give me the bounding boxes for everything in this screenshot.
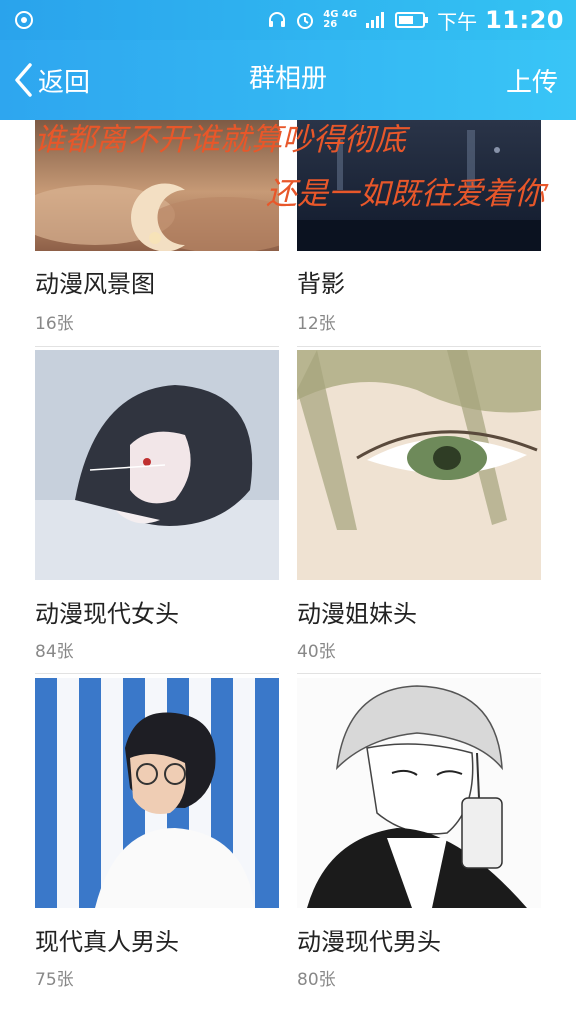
- album-thumbnail[interactable]: [35, 350, 279, 580]
- banner-line-1: 谁都离不开谁就算吵得彻底: [34, 122, 411, 158]
- battery-icon: [395, 12, 429, 28]
- network-indicator: 4G 4G 26: [323, 10, 357, 30]
- album-count: 12张: [297, 314, 336, 334]
- album-card[interactable]: 动漫姐妹头 40张: [297, 350, 541, 662]
- chevron-left-icon: [15, 63, 32, 97]
- clock: 11:20: [485, 6, 564, 34]
- time-period: 下午: [437, 9, 478, 34]
- divider: [35, 673, 279, 674]
- album-thumbnail[interactable]: [297, 678, 541, 908]
- album-thumbnail[interactable]: [297, 350, 541, 580]
- album-grid: 动漫风景图 16张 背影 12张 谁都离不开谁就算吵得彻底 还是一如既往爱着你 …: [0, 120, 576, 1024]
- album-count: 84张: [35, 642, 74, 662]
- album-count: 75张: [35, 970, 74, 990]
- divider: [297, 346, 541, 347]
- banner-line-2: 还是一如既往爱着你: [266, 176, 549, 212]
- alarm-icon: [297, 13, 314, 29]
- back-button[interactable]: 返回: [12, 58, 90, 102]
- album-name: 动漫姐妹头: [297, 600, 417, 628]
- app-notification-icon: [15, 11, 33, 29]
- album-thumbnail[interactable]: [35, 678, 279, 908]
- back-label: 返回: [38, 67, 91, 98]
- upload-button[interactable]: 上传: [506, 62, 558, 99]
- network-bottom: 26: [323, 19, 338, 30]
- status-bar: 4G 4G 26 下午 11:20: [0, 0, 576, 40]
- nav-bar: 返回 群相册 上传: [0, 40, 576, 120]
- divider: [297, 673, 541, 674]
- album-card[interactable]: 动漫现代男头 80张: [297, 678, 541, 990]
- real-man-image: [35, 678, 279, 908]
- album-count: 40张: [297, 642, 336, 662]
- album-name: 现代真人男头: [35, 928, 179, 956]
- anime-girl-image: [35, 350, 279, 580]
- headphones-icon: [269, 12, 286, 27]
- album-name: 动漫风景图: [35, 270, 155, 298]
- album-count: 16张: [35, 314, 74, 334]
- signal-icon: [366, 12, 385, 28]
- album-name: 动漫现代男头: [297, 928, 441, 956]
- divider: [35, 346, 279, 347]
- album-count: 80张: [297, 970, 336, 990]
- album-card[interactable]: 现代真人男头 75张: [35, 678, 279, 990]
- album-card[interactable]: 动漫现代女头 84张: [35, 350, 279, 662]
- album-name: 背影: [297, 270, 345, 298]
- status-right: 4G 4G 26 下午 11:20: [267, 0, 564, 40]
- anime-eye-image: [297, 350, 541, 580]
- anime-boy-image: [297, 678, 541, 908]
- album-name: 动漫现代女头: [35, 600, 179, 628]
- banner-caption: 谁都离不开谁就算吵得彻底 还是一如既往爱着你: [34, 122, 549, 212]
